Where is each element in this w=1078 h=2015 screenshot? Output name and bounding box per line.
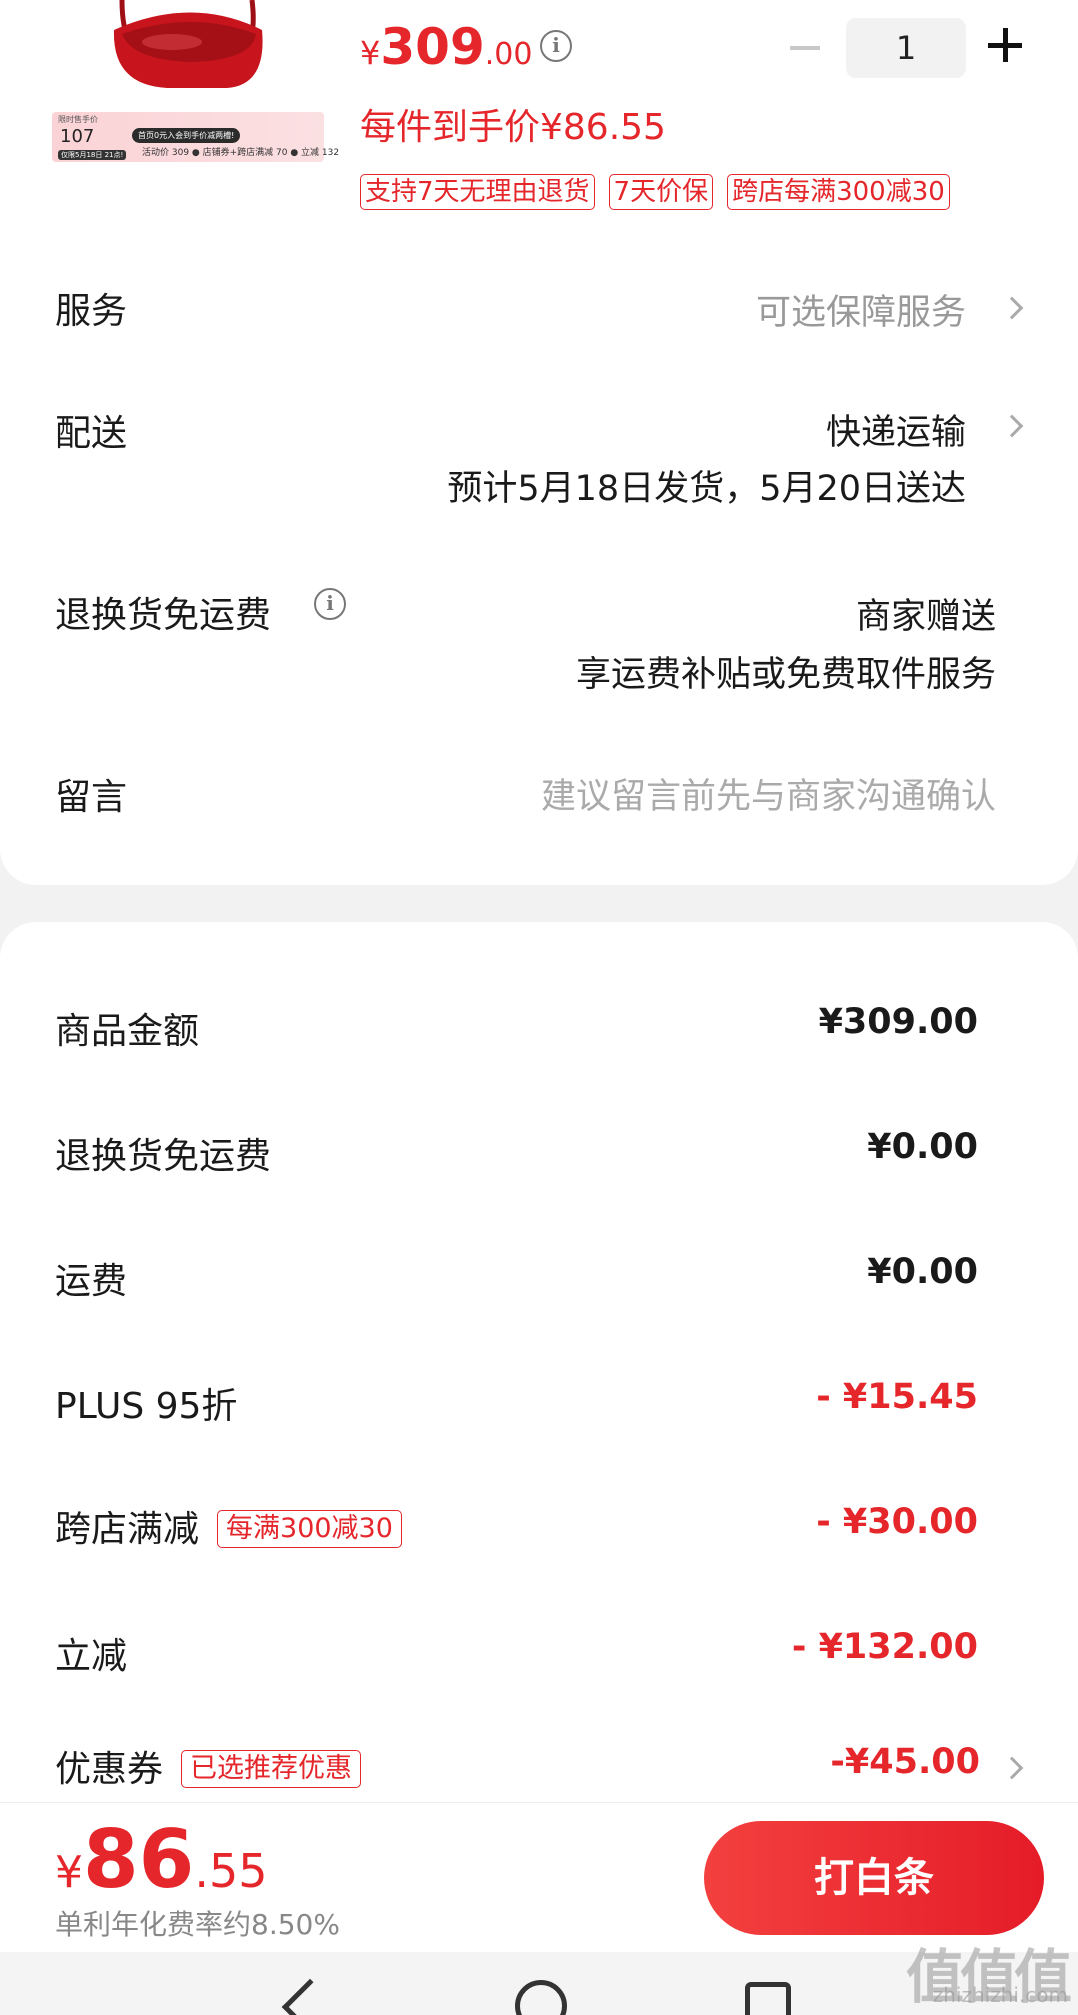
- order-item-card: 限时售手价 107 首页0元入会到手价减两槽! 活动价 309 ● 店铺券+跨店…: [0, 0, 1078, 885]
- delivery-chevron-icon[interactable]: [1000, 414, 1024, 438]
- return-info-icon[interactable]: i: [314, 588, 346, 620]
- service-label: 服务: [55, 291, 128, 332]
- fee-rate-note: 单利年化费率约8.50%: [55, 1908, 340, 1941]
- coupon-tag: 已选推荐优惠: [181, 1750, 362, 1788]
- quantity-increase-button[interactable]: [988, 28, 1022, 62]
- return-shipping-value: 商家赠送: [855, 597, 996, 637]
- tag-return: 支持7天无理由退货: [360, 174, 595, 210]
- delivery-eta: 预计5月18日发货，5月20日送达: [447, 469, 966, 509]
- goods-amount-value: ¥309.00: [818, 1002, 978, 1042]
- home-icon[interactable]: [515, 1980, 567, 2015]
- service-chevron-icon[interactable]: [1000, 296, 1024, 320]
- watermark-url: zhizhizhi.com: [932, 1983, 1068, 2007]
- promo-banner: 限时售手价 107 首页0元入会到手价减两槽! 活动价 309 ● 店铺券+跨店…: [52, 112, 339, 162]
- product-tags: 支持7天无理由退货 7天价保 跨店每满300减30: [360, 174, 950, 210]
- return-shipping-desc: 享运费补贴或免费取件服务: [575, 655, 996, 695]
- price-integer: 309: [380, 18, 485, 76]
- final-price-currency: ¥: [55, 1847, 83, 1898]
- promo-date: 仅限5月18日 21点!: [58, 150, 127, 160]
- price-decimal: .00: [484, 37, 533, 72]
- message-label: 留言: [55, 777, 128, 818]
- cross-store-value: - ¥30.00: [816, 1502, 978, 1542]
- promo-price: 107: [60, 126, 95, 147]
- quantity-decrease-button[interactable]: [790, 46, 820, 50]
- coupon-chevron-icon[interactable]: [1000, 1756, 1024, 1780]
- price-currency: ¥: [360, 34, 381, 72]
- unit-price: 每件到手价¥86.55: [360, 107, 666, 148]
- shipping-fee-label: 运费: [55, 1261, 128, 1302]
- recent-apps-icon[interactable]: [745, 1982, 791, 2015]
- final-price: ¥86.55: [55, 1813, 267, 1906]
- instant-discount-value: - ¥132.00: [791, 1627, 978, 1667]
- tag-price-protect: 7天价保: [608, 174, 714, 210]
- service-value[interactable]: 可选保障服务: [756, 284, 966, 335]
- coupon-label[interactable]: 优惠券 已选推荐优惠: [55, 1740, 362, 1792]
- return-fee-value: ¥0.00: [867, 1127, 978, 1167]
- return-fee-label: 退换货免运费: [55, 1136, 272, 1177]
- plus-discount-label: PLUS 95折: [55, 1386, 238, 1427]
- final-price-decimal: .55: [194, 1844, 268, 1898]
- back-icon[interactable]: [281, 1978, 339, 2015]
- delivery-value[interactable]: 快递运输: [826, 404, 966, 455]
- shipping-fee-value: ¥0.00: [867, 1252, 978, 1292]
- final-price-integer: 86: [83, 1813, 195, 1906]
- delivery-label: 配送: [55, 413, 128, 454]
- quantity-input[interactable]: 1: [846, 18, 966, 78]
- promo-label: 限时售手价: [58, 115, 98, 124]
- return-shipping-label: 退换货免运费: [55, 595, 272, 636]
- cross-store-tag: 每满300减30: [217, 1510, 402, 1548]
- coupon-value[interactable]: -¥45.00: [830, 1742, 980, 1782]
- product-price: ¥309.00: [360, 18, 532, 76]
- cross-store-label: 跨店满减 每满300减30: [55, 1500, 402, 1552]
- price-info-icon[interactable]: i: [540, 30, 572, 62]
- plus-discount-value: - ¥15.45: [816, 1377, 978, 1417]
- cross-store-text: 跨店满减: [55, 1509, 200, 1550]
- price-summary-card: 商品金额 ¥309.00 退换货免运费 ¥0.00 运费 ¥0.00 PLUS …: [0, 922, 1078, 1802]
- message-input[interactable]: 建议留言前先与商家沟通确认: [541, 768, 996, 819]
- goods-amount-label: 商品金额: [55, 1011, 200, 1052]
- coupon-text: 优惠券: [55, 1749, 164, 1790]
- pay-baitiao-button[interactable]: 打白条: [704, 1821, 1044, 1935]
- promo-breakdown: 活动价 309 ● 店铺券+跨店满减 70 ● 立减 132: [142, 148, 340, 158]
- tag-cross-store: 跨店每满300减30: [727, 174, 950, 210]
- instant-discount-label: 立减: [55, 1636, 128, 1677]
- promo-pill: 首页0元入会到手价减两槽!: [132, 128, 241, 143]
